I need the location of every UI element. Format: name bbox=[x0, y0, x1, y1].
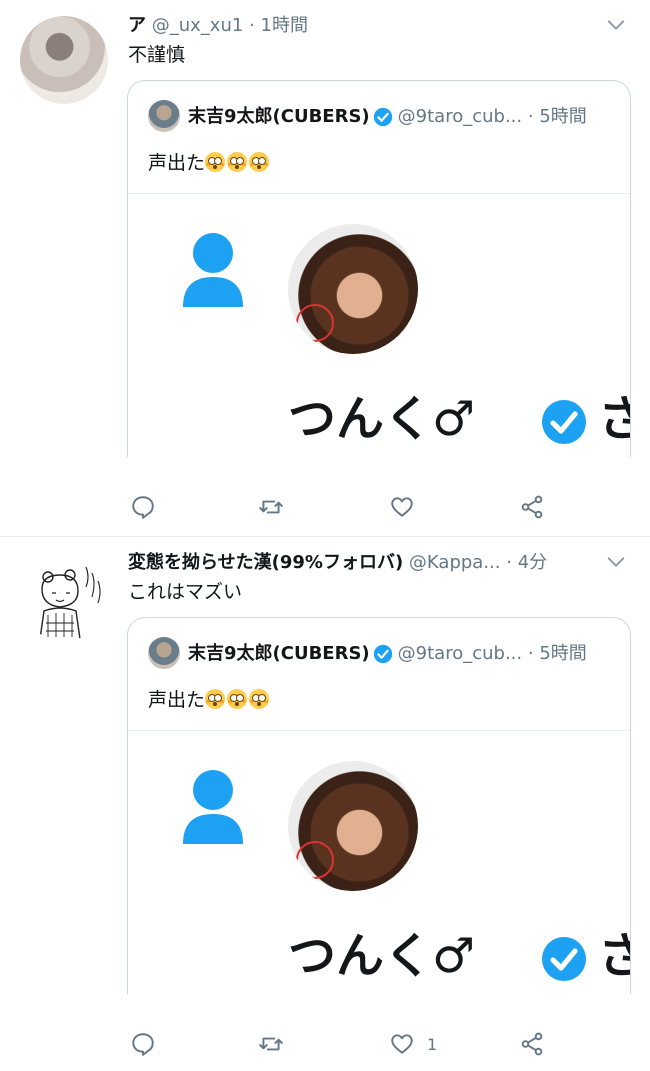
tweet-actions: 1 bbox=[0, 1024, 650, 1064]
chevron-down-icon[interactable] bbox=[605, 551, 627, 573]
retweet-icon bbox=[259, 500, 283, 514]
share-icon bbox=[521, 1032, 543, 1056]
retweet-icon bbox=[259, 1037, 283, 1051]
image-text-cut: さ bbox=[598, 926, 630, 986]
quoted-text: 声出た bbox=[148, 686, 271, 714]
separator-dot: · bbox=[506, 552, 512, 573]
tweet-text: 不謹慎 bbox=[128, 44, 186, 66]
timestamp[interactable]: 4分 bbox=[518, 552, 547, 573]
flushed-face-emoji-icon bbox=[205, 152, 226, 172]
image-display-name: つんく♂ bbox=[288, 928, 476, 984]
flushed-face-emoji-icon bbox=[227, 689, 248, 709]
quoted-author-name: 末吉9太郎(CUBERS) bbox=[188, 643, 370, 664]
flushed-face-emoji-icon bbox=[205, 689, 226, 709]
quoted-timestamp: 5時間 bbox=[539, 643, 587, 664]
quoted-header: 末吉9太郎(CUBERS) @9taro_cub... · 5時間 bbox=[188, 101, 618, 133]
image-text-cut: さ bbox=[598, 389, 630, 449]
flushed-face-emoji-icon bbox=[249, 689, 270, 709]
author-name[interactable]: ア bbox=[128, 15, 146, 36]
verified-badge-icon bbox=[373, 644, 392, 664]
share-icon bbox=[521, 495, 543, 519]
quoted-text: 声出た bbox=[148, 149, 271, 177]
quoted-timestamp: 5時間 bbox=[539, 106, 587, 127]
heart-icon bbox=[391, 497, 413, 517]
like-button[interactable] bbox=[389, 487, 427, 527]
quoted-media-image[interactable]: つんく♂ さ bbox=[128, 731, 630, 994]
speech-bubble-icon bbox=[132, 1033, 154, 1056]
quoted-tweet[interactable]: 末吉9太郎(CUBERS) @9taro_cub... · 5時間 声出た つんく… bbox=[127, 617, 631, 994]
heart-icon bbox=[391, 1034, 413, 1054]
tweet-text: これはマズい bbox=[128, 581, 243, 603]
retweet-button[interactable] bbox=[258, 487, 296, 527]
tweet-header: 変態を拗らせた漢(99%フォロバ) @Kappa... · 4分 bbox=[128, 549, 598, 577]
share-button[interactable] bbox=[519, 487, 557, 527]
verified-badge-icon bbox=[542, 400, 586, 444]
image-display-name: つんく♂ bbox=[288, 391, 476, 447]
avatar[interactable] bbox=[20, 553, 108, 641]
separator-dot: · bbox=[527, 106, 534, 127]
separator-dot: · bbox=[527, 643, 534, 664]
quoted-handle: @9taro_cub... bbox=[397, 643, 523, 664]
quoted-media-image[interactable]: つんく♂ さ bbox=[128, 194, 630, 457]
retweet-button[interactable] bbox=[258, 1024, 296, 1064]
reply-button[interactable] bbox=[130, 487, 168, 527]
chevron-down-icon[interactable] bbox=[605, 14, 627, 36]
verified-badge-icon bbox=[542, 937, 586, 981]
flushed-face-emoji-icon bbox=[227, 152, 248, 172]
quoted-text-content: 声出た bbox=[148, 152, 206, 174]
tweet-header: ア @_ux_xu1 · 1時間 bbox=[128, 12, 598, 40]
quoted-handle: @9taro_cub... bbox=[397, 106, 523, 127]
quoted-text-content: 声出た bbox=[148, 689, 206, 711]
verified-badge-icon bbox=[373, 107, 392, 127]
quoted-tweet[interactable]: 末吉9太郎(CUBERS) @9taro_cub... · 5時間 声出た つんく… bbox=[127, 80, 631, 457]
avatar[interactable] bbox=[20, 16, 108, 104]
profile-photo bbox=[288, 761, 418, 891]
flushed-face-emoji-icon bbox=[249, 152, 270, 172]
person-icon bbox=[183, 233, 243, 307]
profile-photo bbox=[288, 224, 418, 354]
stamp-icon bbox=[296, 304, 334, 342]
timestamp[interactable]: 1時間 bbox=[261, 15, 308, 36]
stamp-icon bbox=[296, 841, 334, 879]
share-button[interactable] bbox=[519, 1024, 557, 1064]
quoted-avatar bbox=[148, 637, 180, 669]
like-button[interactable]: 1 bbox=[389, 1024, 437, 1064]
quoted-header: 末吉9太郎(CUBERS) @9taro_cub... · 5時間 bbox=[188, 638, 618, 670]
tweet[interactable]: 変態を拗らせた漢(99%フォロバ) @Kappa... · 4分 これはマズい … bbox=[0, 537, 650, 1071]
tweet-actions bbox=[0, 487, 650, 527]
author-handle[interactable]: @_ux_xu1 bbox=[152, 15, 244, 36]
author-name[interactable]: 変態を拗らせた漢(99%フォロバ) bbox=[128, 552, 403, 573]
separator-dot: · bbox=[249, 15, 255, 36]
reply-button[interactable] bbox=[130, 1024, 168, 1064]
person-icon bbox=[183, 770, 243, 844]
speech-bubble-icon bbox=[132, 496, 154, 519]
like-count: 1 bbox=[427, 1034, 438, 1054]
author-handle[interactable]: @Kappa... bbox=[409, 552, 501, 573]
quoted-author-name: 末吉9太郎(CUBERS) bbox=[188, 106, 370, 127]
tweet[interactable]: ア @_ux_xu1 · 1時間 不謹慎 末吉9太郎(CUBERS) @9taro… bbox=[0, 0, 650, 536]
quoted-avatar bbox=[148, 100, 180, 132]
sketch-avatar-icon bbox=[39, 566, 101, 640]
